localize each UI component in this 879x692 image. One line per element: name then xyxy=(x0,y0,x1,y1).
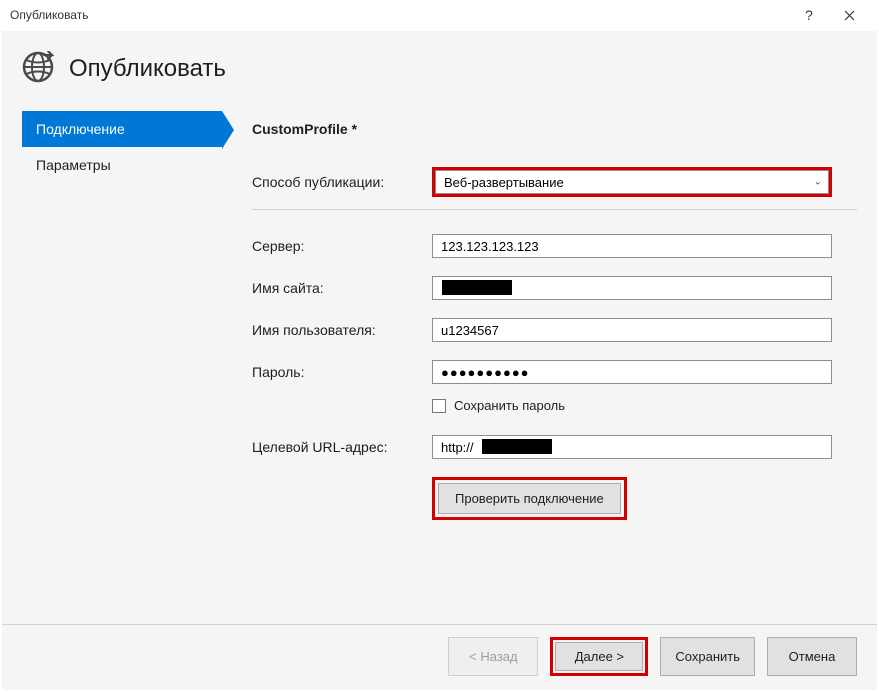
user-label: Имя пользователя: xyxy=(252,322,432,338)
help-button[interactable]: ? xyxy=(789,0,829,30)
url-label: Целевой URL-адрес: xyxy=(252,439,432,455)
dialog-footer: < Назад Далее > Сохранить Отмена xyxy=(2,624,877,690)
site-label: Имя сайта: xyxy=(252,280,432,296)
next-button[interactable]: Далее > xyxy=(555,642,643,671)
cancel-button[interactable]: Отмена xyxy=(767,637,857,676)
redacted-block xyxy=(482,439,552,454)
publish-method-select[interactable] xyxy=(435,170,829,194)
user-input[interactable] xyxy=(432,318,832,342)
highlight-frame xyxy=(432,167,832,197)
password-input[interactable] xyxy=(432,360,832,384)
test-connection-button[interactable]: Проверить подключение xyxy=(438,483,621,514)
profile-name: CustomProfile * xyxy=(252,121,857,137)
highlight-frame: Далее > xyxy=(550,637,648,676)
dialog-header: Опубликовать xyxy=(2,31,877,111)
save-password-checkbox[interactable] xyxy=(432,399,446,413)
publish-icon xyxy=(22,51,54,86)
method-label: Способ публикации: xyxy=(252,174,432,190)
wizard-sidebar: Подключение Параметры xyxy=(22,111,222,624)
dialog-title: Опубликовать xyxy=(69,55,226,83)
sidebar-item-label: Подключение xyxy=(36,121,125,137)
close-button[interactable] xyxy=(829,0,869,30)
sidebar-item-parameters[interactable]: Параметры xyxy=(22,147,222,183)
save-password-label: Сохранить пароль xyxy=(454,398,565,413)
save-button[interactable]: Сохранить xyxy=(660,637,755,676)
server-label: Сервер: xyxy=(252,238,432,254)
divider xyxy=(252,209,857,210)
back-button[interactable]: < Назад xyxy=(448,637,538,676)
titlebar: Опубликовать ? xyxy=(0,0,879,30)
close-icon xyxy=(844,10,855,21)
server-input[interactable] xyxy=(432,234,832,258)
password-label: Пароль: xyxy=(252,364,432,380)
window-title: Опубликовать xyxy=(10,8,789,22)
redacted-block xyxy=(442,280,512,295)
highlight-frame: Проверить подключение xyxy=(432,477,627,520)
sidebar-item-label: Параметры xyxy=(36,157,111,173)
form-area: CustomProfile * Способ публикации: ⌄ Сер… xyxy=(222,111,857,624)
sidebar-item-connection[interactable]: Подключение xyxy=(22,111,222,147)
